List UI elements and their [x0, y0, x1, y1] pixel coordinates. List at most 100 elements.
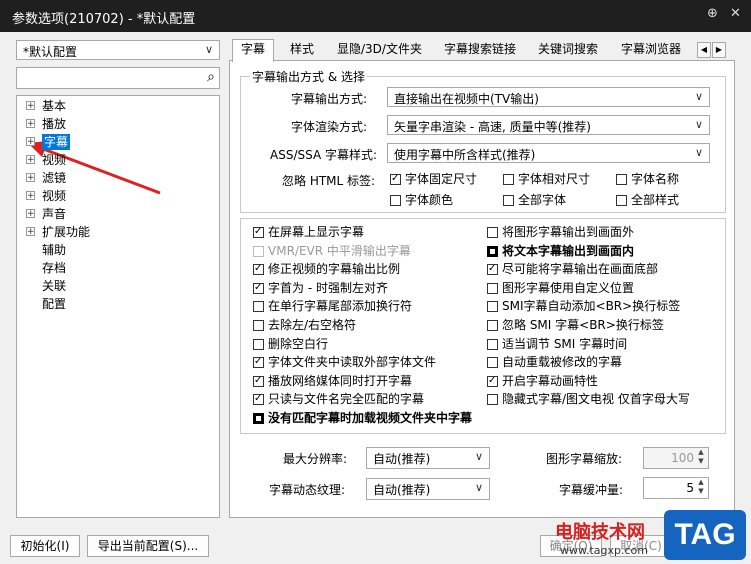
checkbox-checked-icon[interactable]	[253, 355, 264, 369]
checkbox-icon[interactable]	[487, 227, 498, 238]
expand-icon[interactable]: +	[26, 137, 35, 147]
checkbox-icon[interactable]	[253, 413, 264, 424]
close-icon[interactable]: ✕	[730, 6, 741, 21]
checkbox-icon[interactable]	[487, 357, 498, 369]
expand-icon[interactable]: +	[26, 155, 35, 165]
option-checkbox[interactable]: 修正视频的字幕输出比例	[253, 262, 400, 278]
option-checkbox[interactable]: 在单行字幕尾部添加换行符	[253, 299, 412, 315]
option-checkbox[interactable]: 字体相对尺寸	[503, 172, 590, 188]
checkbox-icon[interactable]	[390, 195, 401, 206]
tab-2[interactable]: 显隐/3D/文件夹	[337, 40, 422, 60]
tab-3[interactable]: 字幕搜索链接	[444, 40, 516, 60]
checkbox-icon[interactable]	[616, 195, 627, 206]
pin-icon[interactable]: ⊕	[707, 6, 718, 21]
checkbox-icon[interactable]	[503, 195, 514, 206]
option-checkbox[interactable]: 自动重载被修改的字幕	[487, 355, 622, 371]
tree-item-8[interactable]: 辅助	[42, 242, 66, 258]
checkbox-icon[interactable]	[253, 301, 264, 313]
expand-icon[interactable]: +	[26, 209, 35, 219]
option-checkbox[interactable]: 字首为 - 时强制左对齐	[253, 281, 388, 297]
option-checkbox[interactable]: 开启字幕动画特性	[487, 374, 598, 390]
checkbox-checked-icon[interactable]	[390, 172, 401, 186]
option-checkbox[interactable]: 去除左/右空格符	[253, 318, 356, 334]
tab-0[interactable]: 字幕	[232, 39, 275, 62]
tab-5[interactable]: 字幕浏览器	[621, 40, 681, 60]
tree-item-2[interactable]: 字幕	[42, 134, 71, 150]
graphic-scale-stepper[interactable]: 100 ▲ ▼	[643, 447, 709, 469]
checkbox-checked-icon[interactable]	[253, 281, 264, 295]
max-resolution-select[interactable]: 自动(推荐) ∨	[366, 447, 490, 469]
checkbox-icon[interactable]	[487, 338, 498, 350]
option-checkbox[interactable]: 在屏幕上显示字幕	[253, 225, 364, 241]
option-checkbox[interactable]: 将图形字幕输出到画面外	[487, 225, 634, 241]
option-checkbox[interactable]: 只读与文件名完全匹配的字幕	[253, 392, 424, 408]
checkbox-icon[interactable]	[253, 338, 264, 350]
checkbox-checked-icon[interactable]	[253, 392, 264, 406]
render-mode-select[interactable]: 矢量字串渲染 - 高速, 质量中等(推荐) ∨	[387, 115, 710, 135]
tab-scroll-left-button[interactable]: ◀	[697, 42, 711, 58]
tree-item-3[interactable]: 视频	[42, 152, 66, 168]
init-button[interactable]: 初始化(I)	[10, 535, 80, 557]
checkbox-icon[interactable]	[253, 245, 264, 257]
option-checkbox[interactable]: 全部字体	[503, 193, 566, 209]
profile-select[interactable]: *默认配置 ∨	[16, 40, 220, 60]
expand-icon[interactable]: +	[26, 119, 35, 129]
option-checkbox[interactable]: 全部样式	[616, 193, 679, 209]
ass-style-select[interactable]: 使用字幕中所含样式(推荐) ∨	[387, 143, 710, 163]
option-checkbox[interactable]: 图形字幕使用自定义位置	[487, 281, 634, 297]
tree-item-10[interactable]: 关联	[42, 278, 66, 294]
option-checkbox[interactable]: 删除空白行	[253, 337, 328, 353]
output-mode-select[interactable]: 直接输出在视频中(TV输出) ∨	[387, 87, 710, 107]
tree-item-7[interactable]: 扩展功能	[42, 224, 90, 240]
option-checkbox[interactable]: 没有匹配字幕时加载视频文件夹中字幕	[253, 411, 472, 427]
checkbox-icon[interactable]	[487, 301, 498, 313]
checkbox-icon[interactable]	[487, 282, 498, 294]
option-checkbox[interactable]: 字体名称	[616, 172, 679, 188]
checkbox-icon[interactable]	[487, 320, 498, 331]
checkbox-checked-icon[interactable]	[253, 225, 264, 239]
tree-item-9[interactable]: 存档	[42, 260, 66, 276]
option-label: 将图形字幕输出到画面外	[502, 225, 635, 239]
tab-scroll-right-button[interactable]: ▶	[712, 42, 726, 58]
option-checkbox[interactable]: 字体文件夹中读取外部字体文件	[253, 355, 436, 371]
checkbox-checked-icon[interactable]	[253, 262, 264, 276]
checkbox-icon[interactable]	[503, 174, 514, 185]
export-button[interactable]: 导出当前配置(S)...	[87, 535, 209, 557]
tree-item-0[interactable]: 基本	[42, 98, 66, 114]
spin-arrows-icon[interactable]: ▲ ▼	[695, 478, 707, 498]
option-checkbox[interactable]: SMI字幕自动添加<BR>换行标签	[487, 299, 680, 315]
option-checkbox[interactable]: 尽可能将字幕输出在画面底部	[487, 262, 658, 278]
option-checkbox[interactable]: 播放网络媒体同时打开字幕	[253, 374, 412, 390]
checkbox-checked-icon[interactable]	[487, 374, 498, 388]
expand-icon[interactable]: +	[26, 191, 35, 201]
checkbox-icon[interactable]	[487, 245, 498, 257]
expand-icon[interactable]: +	[26, 227, 35, 237]
tree-item-4[interactable]: 滤镜	[42, 170, 66, 186]
checkbox-checked-icon[interactable]	[487, 262, 498, 276]
option-label: 全部字体	[518, 193, 567, 207]
option-checkbox[interactable]: 字体颜色	[390, 193, 453, 209]
option-checkbox[interactable]: 适当调节 SMI 字幕时间	[487, 337, 627, 353]
dynamic-texture-select[interactable]: 自动(推荐) ∨	[366, 478, 490, 500]
search-input[interactable]: ⌕	[16, 67, 220, 89]
option-checkbox[interactable]: 忽略 SMI 字幕<BR>换行标签	[487, 318, 664, 334]
option-checkbox[interactable]: 将文本字幕输出到画面内	[487, 244, 634, 260]
checkbox-icon[interactable]	[616, 174, 627, 185]
search-icon[interactable]: ⌕	[207, 69, 215, 85]
expand-icon[interactable]: +	[26, 101, 35, 111]
expand-icon[interactable]: +	[26, 173, 35, 183]
tree-item-6[interactable]: 声音	[42, 206, 66, 222]
tab-1[interactable]: 样式	[290, 40, 314, 60]
option-checkbox[interactable]: 隐藏式字幕/图文电视 仅首字母大写	[487, 392, 690, 408]
option-checkbox[interactable]: 字体固定尺寸	[390, 172, 477, 188]
chevron-left-icon: ◀	[700, 45, 708, 54]
spin-arrows-icon[interactable]: ▲ ▼	[695, 448, 707, 468]
checkbox-icon[interactable]	[253, 320, 264, 331]
tree-item-11[interactable]: 配置	[42, 296, 66, 312]
buffer-size-stepper[interactable]: 5 ▲ ▼	[643, 477, 709, 499]
tree-item-5[interactable]: 视频	[42, 188, 66, 204]
tab-4[interactable]: 关键词搜索	[538, 40, 598, 60]
tree-item-1[interactable]: 播放	[42, 116, 66, 132]
checkbox-checked-icon[interactable]	[253, 374, 264, 388]
checkbox-icon[interactable]	[487, 394, 498, 406]
